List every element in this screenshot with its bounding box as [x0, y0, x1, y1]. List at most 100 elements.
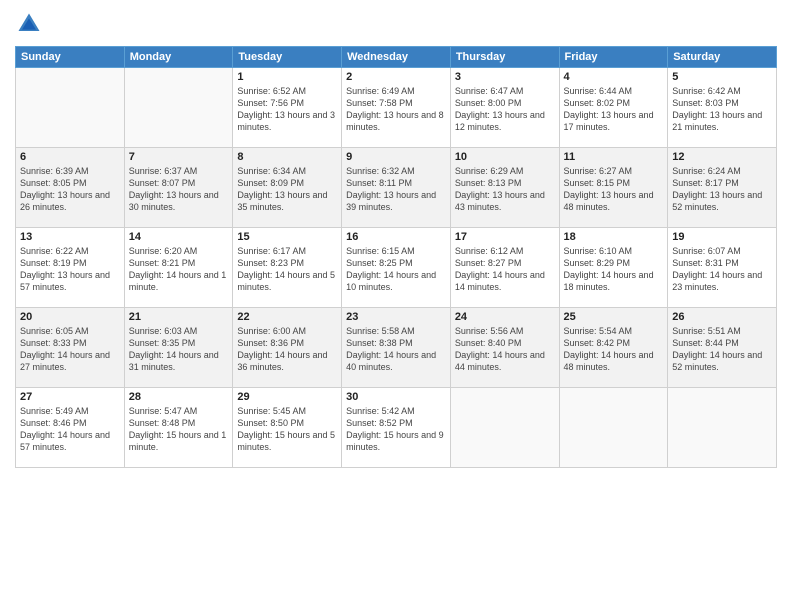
calendar-cell: 5Sunrise: 6:42 AM Sunset: 8:03 PM Daylig… — [668, 68, 777, 148]
header-thursday: Thursday — [450, 47, 559, 68]
day-number: 13 — [20, 231, 120, 243]
day-info: Sunrise: 6:44 AM Sunset: 8:02 PM Dayligh… — [564, 85, 664, 134]
day-info: Sunrise: 5:56 AM Sunset: 8:40 PM Dayligh… — [455, 325, 555, 374]
calendar-week-row: 20 Sunrise: 6:05 AM Sunset: 8:33 PM Dayli… — [16, 308, 777, 388]
calendar-cell: 22 Sunrise: 6:00 AM Sunset: 8:36 PM Dayli… — [233, 308, 342, 388]
day-info: Sunrise: 6:37 AM Sunset: 8:07 PM Dayligh… — [129, 165, 229, 214]
calendar-cell: 12 Sunrise: 6:24 AM Sunset: 8:17 PM Dayli… — [668, 148, 777, 228]
calendar-cell — [559, 388, 668, 468]
day-number: 24 — [455, 311, 555, 323]
day-number: 10 — [455, 151, 555, 163]
day-number: 22 — [237, 311, 337, 323]
header-tuesday: Tuesday — [233, 47, 342, 68]
day-number: 23 — [346, 311, 446, 323]
day-number: 20 — [20, 311, 120, 323]
day-number: 8 — [237, 151, 337, 163]
day-number: 29 — [237, 391, 337, 403]
day-number: 14 — [129, 231, 229, 243]
day-number: 18 — [564, 231, 664, 243]
day-number: 28 — [129, 391, 229, 403]
calendar-cell: 14 Sunrise: 6:20 AM Sunset: 8:21 PM Dayli… — [124, 228, 233, 308]
day-info: Sunrise: 5:54 AM Sunset: 8:42 PM Dayligh… — [564, 325, 664, 374]
day-number: 26 — [672, 311, 772, 323]
calendar-cell — [450, 388, 559, 468]
header-friday: Friday — [559, 47, 668, 68]
day-number: 27 — [20, 391, 120, 403]
calendar-cell: 19 Sunrise: 6:07 AM Sunset: 8:31 PM Dayli… — [668, 228, 777, 308]
day-info: Sunrise: 6:20 AM Sunset: 8:21 PM Dayligh… — [129, 245, 229, 294]
calendar-cell: 13Sunrise: 6:22 AM Sunset: 8:19 PM Dayli… — [16, 228, 125, 308]
day-number: 16 — [346, 231, 446, 243]
calendar-cell: 10 Sunrise: 6:29 AM Sunset: 8:13 PM Dayli… — [450, 148, 559, 228]
day-info: Sunrise: 6:00 AM Sunset: 8:36 PM Dayligh… — [237, 325, 337, 374]
calendar-cell: 11 Sunrise: 6:27 AM Sunset: 8:15 PM Dayli… — [559, 148, 668, 228]
header-sunday: Sunday — [16, 47, 125, 68]
day-number: 25 — [564, 311, 664, 323]
calendar-cell: 24 Sunrise: 5:56 AM Sunset: 8:40 PM Dayli… — [450, 308, 559, 388]
calendar-week-row: 6 Sunrise: 6:39 AM Sunset: 8:05 PM Daylig… — [16, 148, 777, 228]
calendar-cell: 4 Sunrise: 6:44 AM Sunset: 8:02 PM Daylig… — [559, 68, 668, 148]
day-info: Sunrise: 6:05 AM Sunset: 8:33 PM Dayligh… — [20, 325, 120, 374]
calendar-cell: 8 Sunrise: 6:34 AM Sunset: 8:09 PM Daylig… — [233, 148, 342, 228]
page: Sunday Monday Tuesday Wednesday Thursday… — [0, 0, 792, 612]
day-info: Sunrise: 6:42 AM Sunset: 8:03 PM Dayligh… — [672, 85, 772, 134]
calendar: Sunday Monday Tuesday Wednesday Thursday… — [15, 46, 777, 468]
calendar-week-row: 27 Sunrise: 5:49 AM Sunset: 8:46 PM Dayli… — [16, 388, 777, 468]
calendar-cell: 23 Sunrise: 5:58 AM Sunset: 8:38 PM Dayli… — [342, 308, 451, 388]
day-info: Sunrise: 6:27 AM Sunset: 8:15 PM Dayligh… — [564, 165, 664, 214]
day-info: Sunrise: 5:42 AM Sunset: 8:52 PM Dayligh… — [346, 405, 446, 454]
calendar-cell: 28 Sunrise: 5:47 AM Sunset: 8:48 PM Dayli… — [124, 388, 233, 468]
calendar-cell: 6 Sunrise: 6:39 AM Sunset: 8:05 PM Daylig… — [16, 148, 125, 228]
calendar-cell: 27 Sunrise: 5:49 AM Sunset: 8:46 PM Dayli… — [16, 388, 125, 468]
day-number: 15 — [237, 231, 337, 243]
day-number: 30 — [346, 391, 446, 403]
calendar-cell: 15Sunrise: 6:17 AM Sunset: 8:23 PM Dayli… — [233, 228, 342, 308]
calendar-cell: 2Sunrise: 6:49 AM Sunset: 7:58 PM Daylig… — [342, 68, 451, 148]
day-number: 11 — [564, 151, 664, 163]
day-number: 19 — [672, 231, 772, 243]
day-info: Sunrise: 5:45 AM Sunset: 8:50 PM Dayligh… — [237, 405, 337, 454]
header-wednesday: Wednesday — [342, 47, 451, 68]
calendar-cell: 25 Sunrise: 5:54 AM Sunset: 8:42 PM Dayli… — [559, 308, 668, 388]
day-number: 6 — [20, 151, 120, 163]
day-info: Sunrise: 6:47 AM Sunset: 8:00 PM Dayligh… — [455, 85, 555, 134]
day-number: 17 — [455, 231, 555, 243]
calendar-cell — [124, 68, 233, 148]
calendar-cell: 18 Sunrise: 6:10 AM Sunset: 8:29 PM Dayli… — [559, 228, 668, 308]
day-info: Sunrise: 5:49 AM Sunset: 8:46 PM Dayligh… — [20, 405, 120, 454]
day-info: Sunrise: 6:12 AM Sunset: 8:27 PM Dayligh… — [455, 245, 555, 294]
day-info: Sunrise: 5:51 AM Sunset: 8:44 PM Dayligh… — [672, 325, 772, 374]
day-info: Sunrise: 6:29 AM Sunset: 8:13 PM Dayligh… — [455, 165, 555, 214]
calendar-cell: 30 Sunrise: 5:42 AM Sunset: 8:52 PM Dayli… — [342, 388, 451, 468]
day-info: Sunrise: 6:34 AM Sunset: 8:09 PM Dayligh… — [237, 165, 337, 214]
logo — [15, 10, 47, 38]
day-info: Sunrise: 6:52 AM Sunset: 7:56 PM Dayligh… — [237, 85, 337, 134]
header-monday: Monday — [124, 47, 233, 68]
calendar-cell: 16 Sunrise: 6:15 AM Sunset: 8:25 PM Dayli… — [342, 228, 451, 308]
day-info: Sunrise: 6:39 AM Sunset: 8:05 PM Dayligh… — [20, 165, 120, 214]
day-info: Sunrise: 6:07 AM Sunset: 8:31 PM Dayligh… — [672, 245, 772, 294]
header — [15, 10, 777, 38]
day-number: 21 — [129, 311, 229, 323]
day-info: Sunrise: 6:32 AM Sunset: 8:11 PM Dayligh… — [346, 165, 446, 214]
day-number: 3 — [455, 71, 555, 83]
day-number: 4 — [564, 71, 664, 83]
calendar-cell: 21Sunrise: 6:03 AM Sunset: 8:35 PM Dayli… — [124, 308, 233, 388]
calendar-cell: 17 Sunrise: 6:12 AM Sunset: 8:27 PM Dayli… — [450, 228, 559, 308]
logo-icon — [15, 10, 43, 38]
calendar-cell: 20 Sunrise: 6:05 AM Sunset: 8:33 PM Dayli… — [16, 308, 125, 388]
day-number: 12 — [672, 151, 772, 163]
calendar-cell — [16, 68, 125, 148]
calendar-cell: 1 Sunrise: 6:52 AM Sunset: 7:56 PM Daylig… — [233, 68, 342, 148]
calendar-cell: 7Sunrise: 6:37 AM Sunset: 8:07 PM Daylig… — [124, 148, 233, 228]
day-info: Sunrise: 5:47 AM Sunset: 8:48 PM Dayligh… — [129, 405, 229, 454]
day-info: Sunrise: 6:15 AM Sunset: 8:25 PM Dayligh… — [346, 245, 446, 294]
day-info: Sunrise: 6:10 AM Sunset: 8:29 PM Dayligh… — [564, 245, 664, 294]
day-info: Sunrise: 6:24 AM Sunset: 8:17 PM Dayligh… — [672, 165, 772, 214]
header-saturday: Saturday — [668, 47, 777, 68]
day-info: Sunrise: 5:58 AM Sunset: 8:38 PM Dayligh… — [346, 325, 446, 374]
day-number: 1 — [237, 71, 337, 83]
calendar-week-row: 13Sunrise: 6:22 AM Sunset: 8:19 PM Dayli… — [16, 228, 777, 308]
calendar-cell: 26 Sunrise: 5:51 AM Sunset: 8:44 PM Dayli… — [668, 308, 777, 388]
calendar-week-row: 1 Sunrise: 6:52 AM Sunset: 7:56 PM Daylig… — [16, 68, 777, 148]
